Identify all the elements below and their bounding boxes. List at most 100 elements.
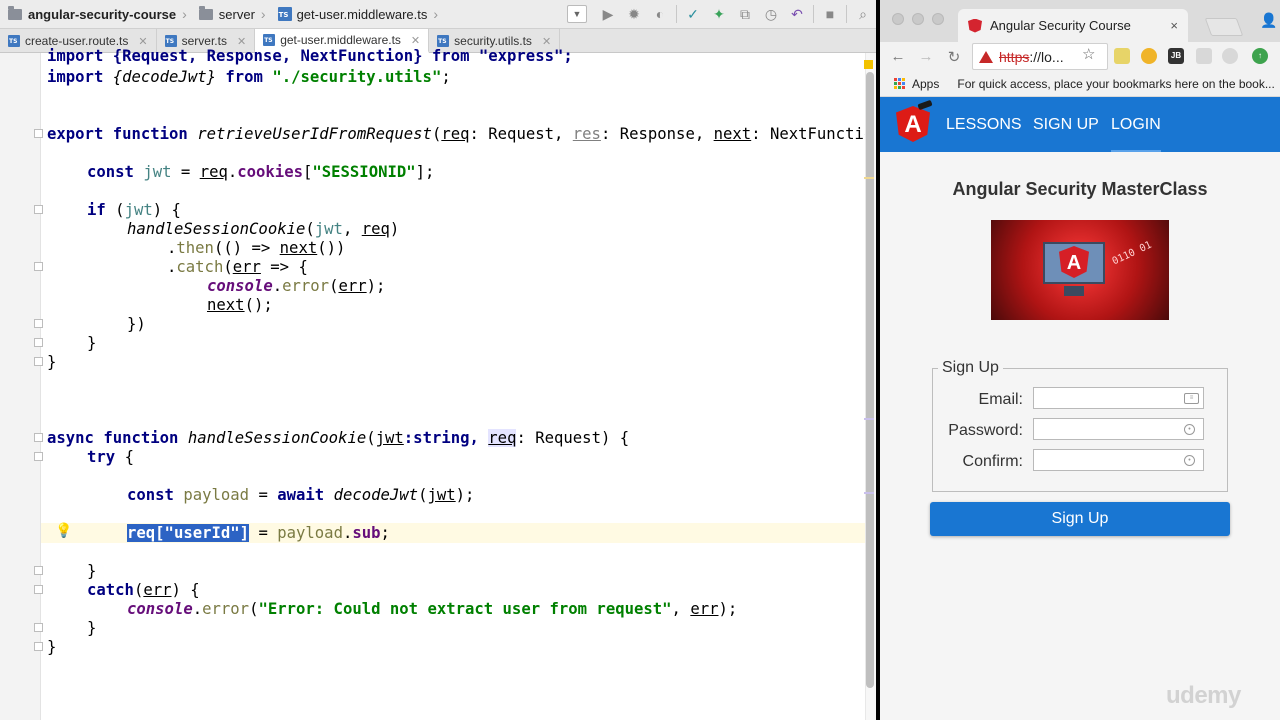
code-line: import {Request, Response, NextFunction}… xyxy=(47,47,573,66)
code-token: . xyxy=(272,277,283,295)
close-icon[interactable]: × xyxy=(1170,18,1178,33)
vcs-history-icon[interactable]: ◷ xyxy=(758,0,784,29)
search-icon[interactable]: ⌕ xyxy=(850,0,876,29)
vcs-commit-icon[interactable]: ✦ xyxy=(706,0,732,29)
nav-link-sign-up[interactable]: SIGN UP xyxy=(1033,97,1099,152)
email-field[interactable] xyxy=(1033,387,1204,409)
password-field[interactable] xyxy=(1033,418,1204,440)
close-icon[interactable]: ✕ xyxy=(237,35,246,48)
fold-marker-icon[interactable] xyxy=(34,262,43,271)
extension-icon[interactable] xyxy=(1114,48,1130,64)
coverage-icon[interactable]: ◐ xyxy=(647,0,673,29)
code-line: }) xyxy=(127,315,146,334)
password-key-icon[interactable]: • xyxy=(1184,424,1195,435)
browser-tab[interactable]: Angular Security Course × xyxy=(958,9,1188,42)
extension-icon[interactable] xyxy=(1141,48,1157,64)
selected-code: req["userId"] xyxy=(127,524,250,542)
code-token: jwt xyxy=(375,429,404,447)
code-line: catch(err) { xyxy=(87,581,200,600)
code-token: req xyxy=(199,163,228,181)
breadcrumb-project[interactable]: angular-security-course › xyxy=(0,0,191,29)
fold-marker-icon[interactable] xyxy=(34,642,43,651)
close-icon[interactable]: ✕ xyxy=(411,34,420,47)
scroll-marker[interactable] xyxy=(864,492,874,494)
not-secure-warning-icon[interactable] xyxy=(979,50,993,63)
page-title: Angular Security MasterClass xyxy=(952,179,1208,199)
bookmark-star-icon[interactable]: ☆ xyxy=(1082,45,1095,63)
code-line: } xyxy=(47,353,56,372)
udemy-watermark: udemy xyxy=(1166,682,1241,709)
window-minimize-button[interactable] xyxy=(912,13,924,25)
forward-arrow-icon[interactable]: → xyxy=(912,48,940,65)
fold-marker-icon[interactable] xyxy=(34,338,43,347)
code-token: ( xyxy=(305,220,315,238)
apps-link[interactable]: Apps xyxy=(912,77,939,91)
fold-marker-icon[interactable] xyxy=(34,452,43,461)
vcs-update-icon[interactable]: ✓ xyxy=(680,0,706,29)
breadcrumb-server[interactable]: server › xyxy=(191,0,270,29)
password-key-icon[interactable]: • xyxy=(1184,455,1195,466)
close-icon[interactable]: ✕ xyxy=(542,35,551,48)
editor-scrollbar-thumb[interactable] xyxy=(866,72,874,688)
profile-icon[interactable]: 👤 xyxy=(1260,12,1277,29)
code-token: : Response, xyxy=(600,125,714,143)
code-line: try { xyxy=(87,448,134,467)
window-zoom-button[interactable] xyxy=(932,13,944,25)
sign-up-button[interactable]: Sign Up xyxy=(930,502,1230,536)
code-token: => { xyxy=(260,258,308,276)
contact-card-icon[interactable]: ≡ xyxy=(1184,393,1199,404)
code-token: . xyxy=(192,600,203,618)
extension-icon[interactable] xyxy=(1196,48,1212,64)
fold-marker-icon[interactable] xyxy=(34,205,43,214)
apps-grid-icon[interactable] xyxy=(894,77,906,90)
code-token: {decodeJwt} xyxy=(112,68,216,86)
fold-marker-icon[interactable] xyxy=(34,623,43,632)
extension-icon[interactable] xyxy=(1222,48,1238,64)
fold-marker-icon[interactable] xyxy=(34,357,43,366)
code-token: : Request) { xyxy=(516,429,630,447)
scroll-marker[interactable] xyxy=(864,177,874,179)
bookmarks-bar: Apps For quick access, place your bookma… xyxy=(880,71,1280,97)
scroll-marker[interactable] xyxy=(864,418,874,420)
angular-logo-icon[interactable]: A xyxy=(896,106,930,142)
reload-icon[interactable]: ↻ xyxy=(940,48,968,66)
fold-marker-icon[interactable] xyxy=(34,585,43,594)
confirm-password-field[interactable] xyxy=(1033,449,1204,471)
code-token: error xyxy=(202,600,250,618)
debug-icon[interactable]: ✹ xyxy=(621,0,647,29)
code-token: . xyxy=(342,524,353,542)
code-token: res xyxy=(572,125,601,143)
code-token: } xyxy=(47,638,57,656)
warning-status-icon[interactable] xyxy=(864,60,873,69)
run-config-dropdown[interactable]: ▼ xyxy=(567,5,587,23)
code-editor[interactable]: import {Request, Response, NextFunction}… xyxy=(47,47,876,720)
jetbrains-extension-icon[interactable]: JB xyxy=(1168,48,1184,64)
code-line: console.error("Error: Could not extract … xyxy=(127,600,737,619)
editor-gutter[interactable] xyxy=(0,53,41,720)
close-icon[interactable]: ✕ xyxy=(138,35,147,48)
breadcrumb-file[interactable]: TS get-user.middleware.ts › xyxy=(270,0,442,29)
fold-marker-icon[interactable] xyxy=(34,433,43,442)
nav-link-login[interactable]: LOGIN xyxy=(1111,97,1161,152)
revert-icon[interactable]: ↶ xyxy=(784,0,810,29)
code-token: :string, xyxy=(403,429,489,447)
run-icon[interactable]: ▶ xyxy=(595,0,621,29)
code-token: error xyxy=(282,277,330,295)
stop-icon[interactable]: ■ xyxy=(817,0,843,29)
back-arrow-icon[interactable]: ← xyxy=(884,48,912,65)
breadcrumb-chevron-icon: › xyxy=(182,6,187,22)
update-icon[interactable]: ↑ xyxy=(1252,48,1268,64)
code-token: const xyxy=(87,163,144,181)
nav-link-lessons[interactable]: LESSONS xyxy=(946,97,1022,152)
fold-marker-icon[interactable] xyxy=(34,319,43,328)
new-tab-button[interactable] xyxy=(1204,18,1244,36)
window-close-button[interactable] xyxy=(892,13,904,25)
code-token: await xyxy=(277,486,334,504)
code-token: : Request, xyxy=(469,125,573,143)
vcs-compare-icon[interactable]: ⧉ xyxy=(732,0,758,29)
code-line: } xyxy=(87,562,96,581)
code-token: ); xyxy=(455,486,475,504)
code-token: ) { xyxy=(171,581,200,599)
fold-marker-icon[interactable] xyxy=(34,566,43,575)
fold-marker-icon[interactable] xyxy=(34,129,43,138)
